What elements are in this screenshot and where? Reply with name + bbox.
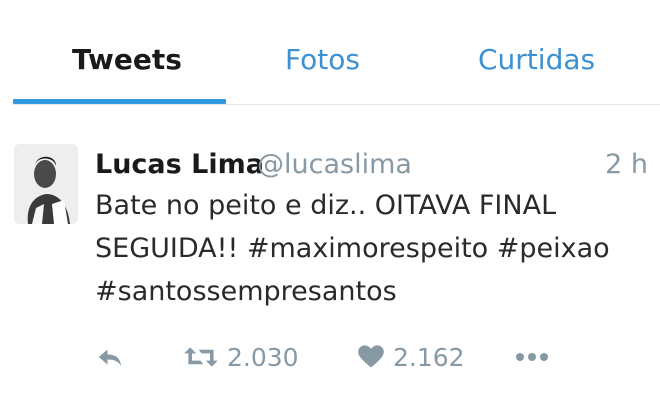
like-count: 2.162	[393, 342, 465, 372]
more-icon	[516, 353, 548, 361]
retweet-button[interactable]: 2.030	[183, 334, 299, 380]
profile-tabs: Tweets Fotos Curtidas	[0, 0, 660, 108]
tweet-header: Lucas Lima @lucaslima 2 h	[95, 145, 660, 185]
like-button[interactable]: 2.162	[357, 334, 465, 380]
avatar[interactable]	[14, 144, 78, 224]
tweet-text-line: Bate no peito e diz.. OITAVA FINAL	[95, 190, 557, 221]
tab-curtidas[interactable]: Curtidas	[478, 40, 595, 80]
retweet-count: 2.030	[227, 342, 299, 372]
tweet-text-line: SEGUIDA!! #maximorespeito #peixao	[95, 233, 610, 264]
tweet-text-line: #santossempresantos	[95, 276, 397, 307]
author-name[interactable]: Lucas Lima	[95, 145, 264, 185]
author-handle[interactable]: @lucaslima	[257, 145, 412, 185]
tweet[interactable]: Lucas Lima @lucaslima 2 h Bate no peito …	[0, 108, 660, 410]
reply-icon	[98, 349, 122, 366]
tweet-actions: 2.030 2.162	[95, 334, 555, 380]
tweet-text: Bate no peito e diz.. OITAVA FINAL SEGUI…	[95, 184, 645, 313]
more-button[interactable]	[515, 334, 549, 380]
reply-button[interactable]	[95, 334, 125, 380]
tweet-timestamp[interactable]: 2 h	[605, 145, 648, 185]
avatar-image	[14, 144, 78, 224]
retweet-icon	[184, 347, 218, 367]
heart-icon	[358, 345, 384, 368]
tabs-divider	[13, 104, 660, 105]
tab-fotos[interactable]: Fotos	[285, 40, 360, 80]
tab-tweets[interactable]: Tweets	[72, 40, 182, 80]
